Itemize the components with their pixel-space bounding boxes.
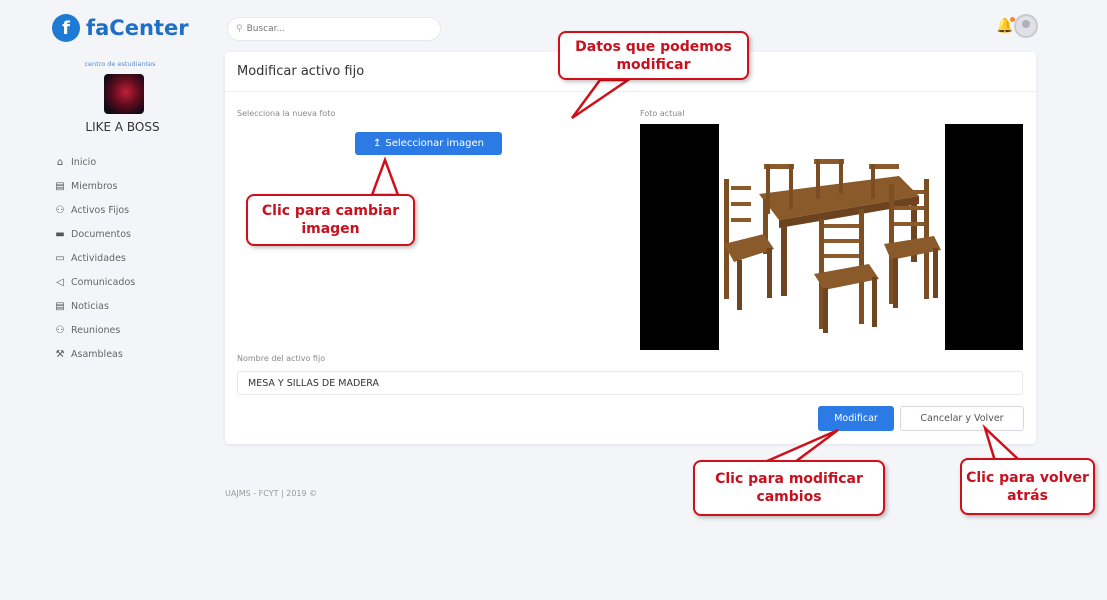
sidebar-item-comunicados[interactable]: ◁ Comunicados bbox=[54, 270, 135, 294]
user-avatar[interactable] bbox=[1014, 14, 1038, 38]
search-icon: ⚲ bbox=[236, 24, 243, 34]
sidebar-item-label: Inicio bbox=[71, 156, 97, 168]
select-image-button-label: Seleccionar imagen bbox=[385, 138, 484, 149]
cancel-and-back-button[interactable]: Cancelar y Volver bbox=[900, 406, 1024, 431]
folder-icon: ▬ bbox=[55, 228, 65, 240]
organization-name: LIKE A BOSS bbox=[85, 120, 160, 134]
sidebar-item-label: Reuniones bbox=[71, 324, 121, 336]
organization-avatar bbox=[104, 74, 144, 114]
edit-asset-card: Modificar activo fijo Selecciona la nuev… bbox=[225, 52, 1036, 444]
sidebar-item-label: Documentos bbox=[71, 228, 131, 240]
calendar-icon: ▭ bbox=[55, 252, 65, 264]
footer-text: UAJMS - FCYT | 2019 © bbox=[225, 489, 318, 498]
sidebar-menu: ⌂ Inicio ▤ Miembros ⚇ Activos Fijos ▬ Docume… bbox=[54, 150, 135, 366]
sidebar-item-noticias[interactable]: ▤ Noticias bbox=[54, 294, 135, 318]
current-photo bbox=[640, 124, 1023, 350]
sidebar-item-label: Noticias bbox=[71, 300, 109, 312]
search-input[interactable] bbox=[246, 24, 427, 34]
brand-logo-icon: f bbox=[52, 14, 80, 42]
sidebar-item-label: Comunicados bbox=[71, 276, 136, 288]
asset-name-input[interactable] bbox=[237, 371, 1023, 395]
sidebar-item-label: Actividades bbox=[71, 252, 126, 264]
sidebar-item-miembros[interactable]: ▤ Miembros bbox=[54, 174, 135, 198]
id-card-icon: ▤ bbox=[55, 180, 65, 192]
sidebar-item-documentos[interactable]: ▬ Documentos bbox=[54, 222, 135, 246]
megaphone-icon: ◁ bbox=[56, 276, 64, 288]
asset-name-label: Nombre del activo fijo bbox=[237, 354, 326, 363]
modify-button[interactable]: Modificar bbox=[818, 406, 894, 431]
new-photo-label: Selecciona la nueva foto bbox=[237, 109, 336, 118]
sidebar-item-label: Miembros bbox=[71, 180, 118, 192]
furniture-image bbox=[719, 124, 945, 350]
callout-clic-para-modificar-cambios: Clic para modificar cambios bbox=[693, 460, 885, 516]
select-image-button[interactable]: ↥ Seleccionar imagen bbox=[355, 132, 502, 155]
callout-clic-para-volver-atras: Clic para volver atrás bbox=[960, 458, 1095, 515]
notification-bell-icon[interactable]: 🔔 bbox=[996, 17, 1016, 34]
callout-datos-que-podemos-modificar: Datos que podemos modificar bbox=[558, 31, 749, 80]
sidebar-item-reuniones[interactable]: ⚇ Reuniones bbox=[54, 318, 135, 342]
sidebar-item-activos-fijos[interactable]: ⚇ Activos Fijos bbox=[54, 198, 135, 222]
sidebar: f faCenter centro de estudiantes LIKE A … bbox=[0, 0, 205, 600]
sidebar-item-asambleas[interactable]: ⚒ Asambleas bbox=[54, 342, 135, 366]
home-icon: ⌂ bbox=[56, 156, 64, 168]
sidebar-item-inicio[interactable]: ⌂ Inicio bbox=[54, 150, 135, 174]
search-box[interactable]: ⚲ bbox=[227, 17, 441, 41]
meeting-icon: ⚇ bbox=[55, 324, 65, 336]
gavel-icon: ⚒ bbox=[55, 348, 65, 360]
users-icon: ⚇ bbox=[55, 204, 65, 216]
sidebar-item-label: Asambleas bbox=[71, 348, 123, 360]
current-photo-label: Foto actual bbox=[640, 109, 685, 118]
upload-icon: ↥ bbox=[373, 138, 382, 149]
sidebar-item-label: Activos Fijos bbox=[71, 204, 130, 216]
sidebar-item-actividades[interactable]: ▭ Actividades bbox=[54, 246, 135, 270]
newspaper-icon: ▤ bbox=[55, 300, 65, 312]
callout-clic-para-cambiar-imagen: Clic para cambiar imagen bbox=[246, 194, 415, 246]
organization-subtitle: centro de estudiantes bbox=[84, 60, 156, 68]
brand[interactable]: f faCenter bbox=[52, 14, 189, 42]
table-and-chairs-illustration bbox=[724, 159, 941, 333]
brand-name: faCenter bbox=[86, 16, 189, 40]
